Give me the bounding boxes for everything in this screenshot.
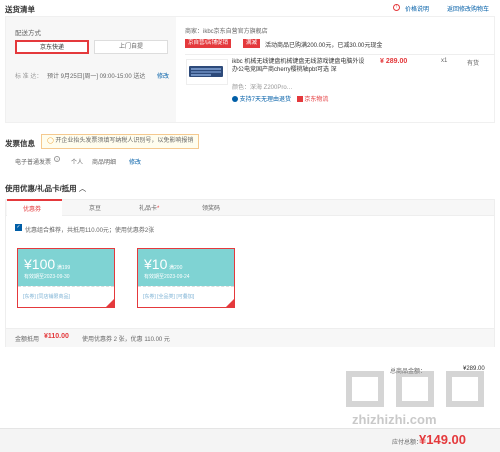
- payable-label: 应付总额：: [392, 440, 423, 446]
- invoice-person: 个人: [71, 160, 84, 166]
- coupon-tab-bar: [6, 200, 494, 216]
- divider: [185, 54, 495, 55]
- logistics-note: 京东物流: [304, 97, 329, 103]
- selected-corner-icon: [106, 299, 114, 307]
- product-color: 颜色：深海 Z200Pro…: [232, 85, 293, 91]
- back-to-cart-link[interactable]: 返回修改购物车: [447, 4, 489, 13]
- help-icon[interactable]: ?: [54, 156, 60, 162]
- product-stock: 有货: [467, 61, 480, 67]
- return-note: 支持7天无理由退货: [239, 97, 292, 103]
- summary-amount: ¥110.00: [44, 333, 69, 340]
- tab-redeem-code[interactable]: 领奖码: [202, 203, 220, 212]
- tab-jd-beans[interactable]: 京豆: [89, 203, 101, 212]
- section-title-invoice: 发票信息: [5, 139, 35, 148]
- watermark-text: zhizhizhi.com: [352, 412, 437, 427]
- tab-gift-card[interactable]: 礼品卡*: [139, 203, 159, 212]
- schedule-text: 预计 9月25日[周一] 09:00-15:00 送达: [47, 74, 146, 80]
- chevron-up-icon: ︿: [78, 184, 87, 193]
- section-title-delivery: 送货清单: [5, 5, 35, 14]
- invoice-edit-link[interactable]: 修改: [129, 157, 141, 166]
- summary-label: 金额抵用: [15, 337, 40, 343]
- product-title[interactable]: ikbc 机械无线键盘机械键盘无线游戏键盘电脑外设办公电竞国产商cherry樱桃…: [232, 58, 370, 74]
- shop-label: 商家：: [185, 29, 204, 35]
- tag-discount: 满减: [243, 39, 261, 48]
- option-pickup[interactable]: 上门自提: [94, 40, 168, 54]
- return-badge-icon: [232, 96, 238, 103]
- jd-logistics-icon: [296, 96, 303, 103]
- option-jd-express[interactable]: 京东快递: [15, 40, 89, 54]
- coupon-summary-bar: [6, 328, 494, 347]
- tab-coupons[interactable]: 优惠券: [7, 199, 62, 216]
- invoice-type: 电子普通发票: [15, 160, 52, 166]
- tag-self-operated: 京自营/店铺促销: [185, 39, 232, 48]
- promo-text: 活动商品已购满200.00元，已减30.00元现金: [265, 43, 383, 49]
- invoice-detail: 商品明细: [92, 160, 117, 166]
- delivery-method-title: 配送方式: [15, 30, 41, 37]
- schedule-label: 标 准 达：: [15, 74, 43, 80]
- product-price: ¥ 289.00: [380, 58, 408, 65]
- section-title-coupons[interactable]: 使用优惠/礼品卡/抵用 ︿: [5, 183, 86, 194]
- info-icon: !: [393, 4, 400, 11]
- bulb-icon: ◯: [47, 138, 54, 144]
- product-image[interactable]: [186, 59, 228, 85]
- invoice-tip: ◯ 开企业抬头发票须填写纳税人识别号，以免影响报销: [41, 134, 200, 149]
- payable-value: ¥149.00: [419, 432, 466, 447]
- coupon-card[interactable]: ¥10 满200 有效期至2023-09-24 [东券] [全品类] [可叠加]: [137, 248, 235, 308]
- watermark-logo: [344, 369, 494, 411]
- coupon-card[interactable]: ¥100 满199 有效期至2023-09-30 [东券] [同店铺限商品]: [17, 248, 115, 308]
- combo-checkbox[interactable]: ✓: [15, 224, 22, 231]
- shop-name[interactable]: ikbc京东自营官方旗舰店: [203, 29, 268, 35]
- selected-corner-icon: [226, 299, 234, 307]
- product-qty: x1: [441, 58, 448, 64]
- schedule-edit-link[interactable]: 修改: [157, 71, 169, 80]
- combo-text: 优惠组合推荐，共抵用110.00元；使用优惠券2张: [25, 228, 155, 234]
- summary-detail: 使用优惠券 2 张，优惠 110.00 元: [82, 337, 170, 343]
